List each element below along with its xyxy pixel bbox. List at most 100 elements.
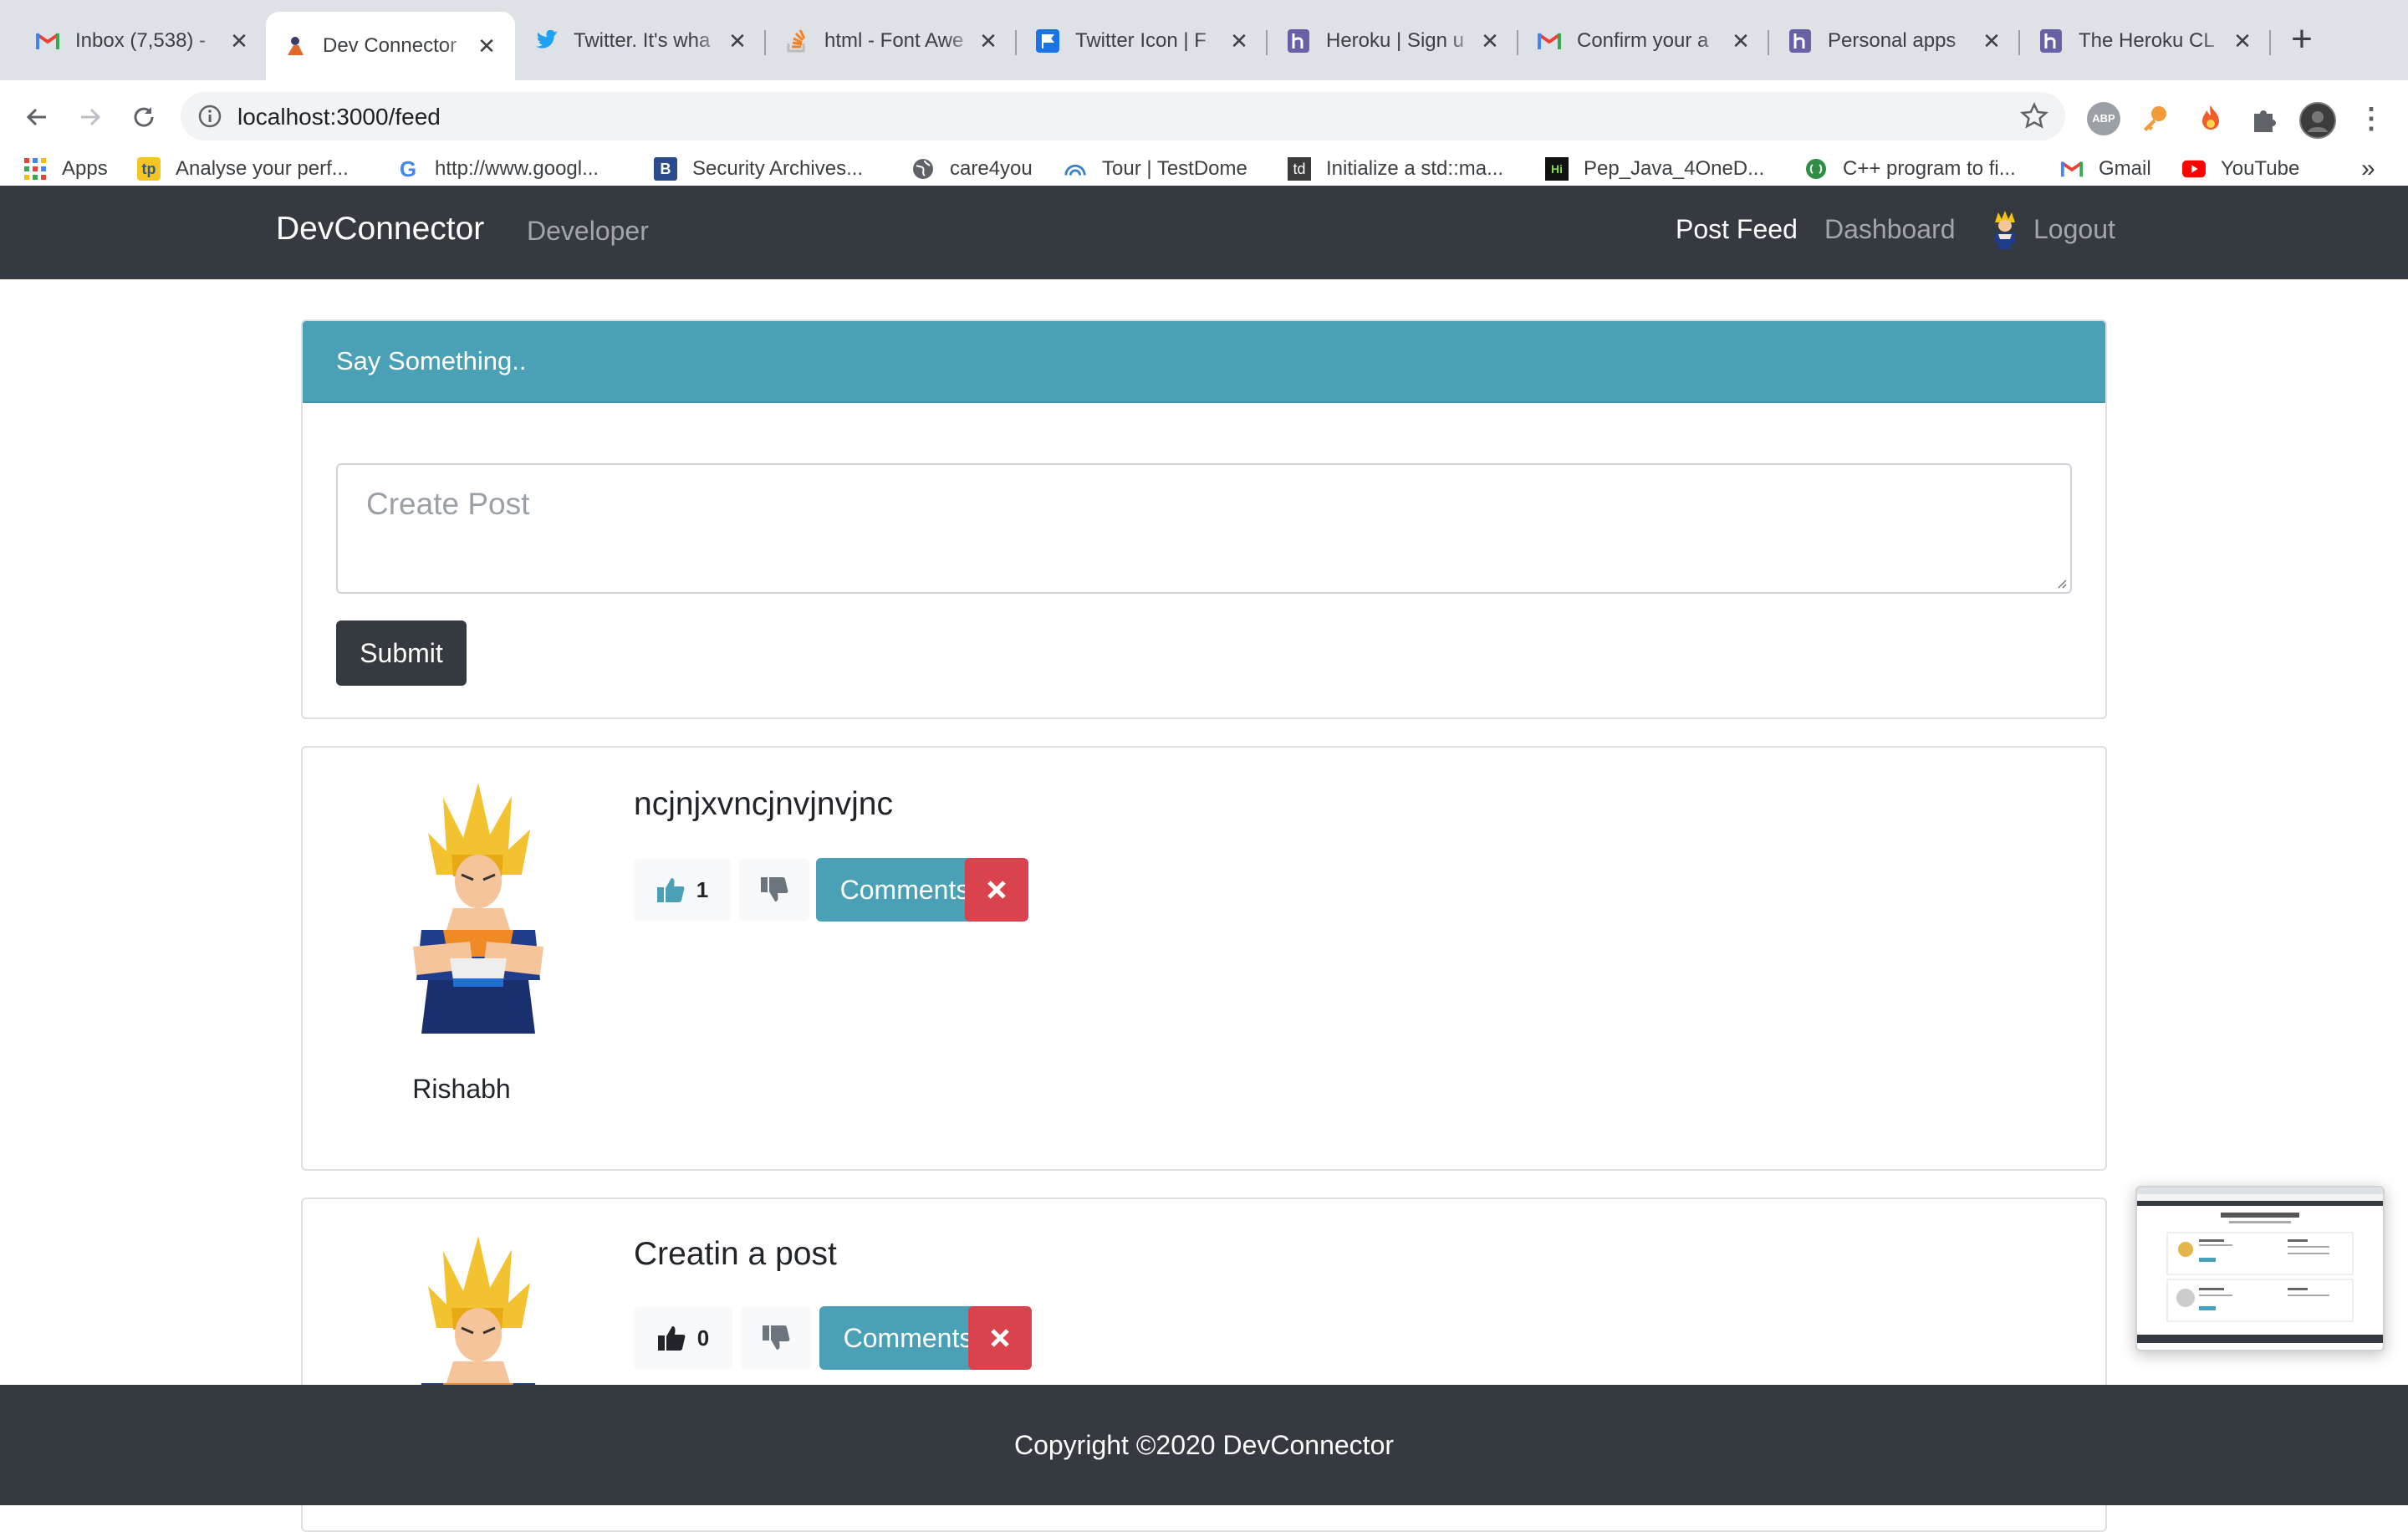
submit-button[interactable]: Submit (336, 620, 467, 686)
fire-extension-icon[interactable] (2194, 102, 2227, 135)
info-icon[interactable] (197, 104, 222, 129)
gmail-icon (35, 28, 60, 54)
brand-link[interactable]: DevConnector (276, 211, 484, 248)
browser-menu-icon[interactable]: ⋮ (2354, 102, 2388, 135)
post-card: Rishabh ncjnjxvncjnvjnvjnc 1 Comments (301, 746, 2107, 1171)
tab-personal-apps[interactable]: Personal apps ✕ (1771, 15, 2020, 67)
url-text[interactable]: localhost:3000/feed (237, 104, 441, 130)
bookmark-label: Pep_Java_4OneD... (1584, 157, 1765, 180)
close-tab-icon[interactable]: ✕ (726, 28, 749, 54)
bookmark-label: Security Archives... (692, 157, 864, 180)
bookmark-label: http://www.googl... (435, 157, 599, 180)
gmail-icon (2060, 157, 2084, 181)
tab-font-awesome[interactable]: html - Font Awe ✕ (768, 15, 1017, 67)
tab-heroku-signup[interactable]: Heroku | Sign u ✕ (1269, 15, 1518, 67)
youtube-icon (2182, 157, 2206, 181)
tab-title: Inbox (7,538) - (75, 29, 207, 52)
tab-heroku-cli[interactable]: The Heroku CL ✕ (2022, 15, 2271, 67)
picture-in-picture-thumbnail[interactable] (2135, 1186, 2385, 1351)
tab-dev-connector[interactable]: Dev Connector ✕ (266, 12, 515, 80)
tp-icon: tp (137, 157, 161, 181)
textarea-placeholder: Create Post (366, 487, 530, 521)
bookmark-initialize[interactable]: td Initialize a std::ma... (1288, 154, 1503, 184)
nav-dashboard-link[interactable]: Dashboard (1824, 214, 1956, 245)
close-tab-icon[interactable]: ✕ (1478, 28, 1502, 54)
bookmark-star-icon[interactable] (2020, 102, 2048, 130)
delete-post-button[interactable] (968, 1306, 1032, 1370)
tab-twitter[interactable]: Twitter. It's wha ✕ (517, 15, 766, 67)
bookmark-pep-java[interactable]: Hi Pep_Java_4OneD... (1545, 154, 1764, 184)
forward-button[interactable] (70, 97, 110, 137)
close-tab-icon[interactable]: ✕ (1729, 28, 1752, 54)
reload-icon (134, 107, 154, 127)
bookmark-security[interactable]: B Security Archives... (654, 154, 863, 184)
user-avatar[interactable] (1988, 211, 2022, 251)
bookmark-label: Tour | TestDome (1102, 157, 1247, 180)
post-text: ncjnjxvncjnvjnvjnc (634, 786, 893, 822)
heroku-icon (1286, 28, 1311, 54)
bookmark-cpp-program[interactable]: C++ program to fi... (1804, 154, 2016, 184)
nav-logout-link[interactable]: Logout (2033, 214, 2115, 245)
post-form-header: Say Something.. (303, 321, 2105, 403)
reload-button[interactable] (124, 97, 164, 137)
tab-confirm[interactable]: Confirm your a ✕ (1520, 15, 1769, 67)
close-tab-icon[interactable]: ✕ (2231, 28, 2254, 54)
forward-arrow-icon (81, 108, 101, 126)
app-navbar: DevConnector Developer Post Feed Dashboa… (0, 186, 2408, 279)
back-button[interactable] (17, 97, 57, 137)
author-avatar[interactable] (403, 783, 554, 1034)
tab-title: Personal apps (1828, 29, 1956, 52)
apps-grid-icon (23, 157, 47, 181)
bookmarks-overflow-button[interactable]: » (2361, 154, 2375, 184)
bookmark-apps[interactable]: Apps (23, 154, 108, 184)
thumbs-up-icon (657, 1326, 686, 1351)
puzzle-extensions-icon[interactable] (2247, 102, 2281, 135)
resize-handle-icon[interactable] (2055, 577, 2067, 589)
post-text: Creatin a post (634, 1236, 837, 1272)
tab-twitter-icon[interactable]: Twitter Icon | F ✕ (1018, 15, 1268, 67)
adblock-icon[interactable]: ABP (2087, 102, 2120, 135)
globe-icon (911, 157, 935, 181)
key-extension-icon[interactable] (2139, 102, 2172, 135)
developer-profiles-preview-image (2137, 1187, 2383, 1343)
footer: Copyright ©2020 DevConnector (0, 1385, 2408, 1505)
bookmark-youtube[interactable]: YouTube (2182, 154, 2299, 184)
delete-post-button[interactable] (965, 858, 1028, 922)
gfg-icon (1804, 157, 1828, 181)
bookmark-care4you[interactable]: care4you (911, 154, 1033, 184)
bookmark-label: YouTube (2221, 157, 2300, 180)
new-tab-button[interactable]: + (2281, 18, 2323, 60)
close-tab-icon[interactable]: ✕ (227, 28, 251, 54)
gmail-icon (1537, 28, 1562, 54)
dislike-button[interactable] (739, 858, 809, 922)
close-tab-icon[interactable]: ✕ (1227, 28, 1251, 54)
bookmark-label: Apps (62, 157, 108, 180)
address-bar[interactable]: localhost:3000/feed (181, 92, 2065, 140)
close-tab-icon[interactable]: ✕ (1980, 28, 2003, 54)
tab-inbox[interactable]: Inbox (7,538) - ✕ (18, 15, 268, 67)
bookmark-label: Gmail (2099, 157, 2151, 180)
pep-icon: Hi (1545, 157, 1569, 181)
back-arrow-icon (26, 108, 46, 126)
bookmark-testdome[interactable]: Tour | TestDome (1064, 154, 1247, 184)
profile-avatar-icon[interactable] (2299, 102, 2336, 139)
copyright-text: Copyright ©2020 DevConnector (1013, 1429, 1395, 1460)
thumbs-down-icon (763, 1325, 790, 1350)
nav-post-feed-link[interactable]: Post Feed (1676, 214, 1798, 245)
bookmark-label: Analyse your perf... (176, 157, 349, 180)
bookmark-google[interactable]: G http://www.googl... (396, 154, 599, 184)
nav-developer-link[interactable]: Developer (527, 216, 649, 247)
testdome-icon (1064, 157, 1087, 181)
create-post-textarea[interactable]: Create Post (336, 463, 2072, 594)
dislike-button[interactable] (741, 1306, 811, 1370)
close-tab-icon[interactable]: ✕ (977, 28, 1000, 54)
bookmark-analyse[interactable]: tp Analyse your perf... (137, 154, 349, 184)
browser-tab-strip: Inbox (7,538) - ✕ Dev Connector ✕ Twitte… (0, 0, 2408, 80)
heroku-icon (1788, 28, 1813, 54)
tab-title: Heroku | Sign u (1326, 29, 1464, 52)
like-button[interactable]: 0 (634, 1306, 732, 1370)
bookmark-gmail[interactable]: Gmail (2060, 154, 2151, 184)
close-tab-icon[interactable]: ✕ (475, 33, 498, 59)
flag-icon (1035, 28, 1060, 54)
like-button[interactable]: 1 (634, 858, 731, 922)
